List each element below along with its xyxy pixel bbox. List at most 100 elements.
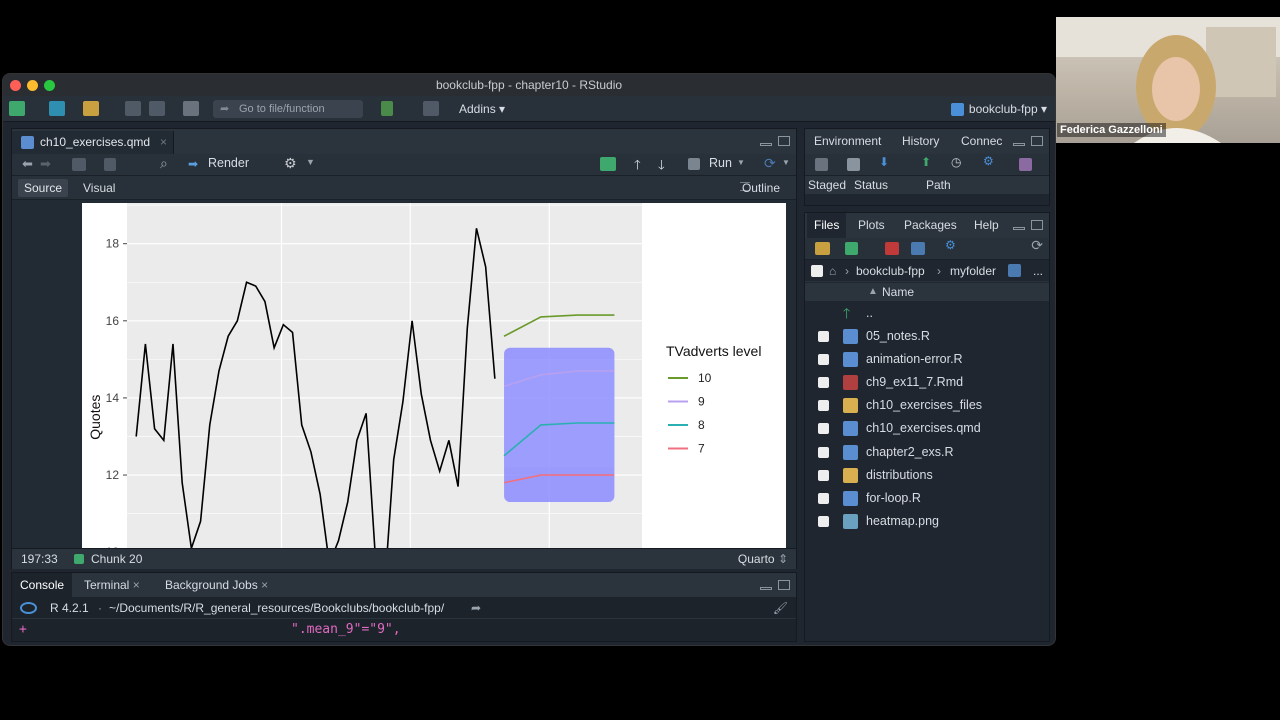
run-button[interactable]: Run <box>709 156 732 170</box>
close-window-button[interactable] <box>10 80 21 91</box>
refresh-icon[interactable]: ⟳ <box>1031 237 1043 254</box>
working-directory[interactable]: ~/Documents/R/R_general_resources/Bookcl… <box>109 597 444 619</box>
more-button[interactable]: ... <box>1033 260 1043 282</box>
tab-packages[interactable]: Packages <box>897 213 964 238</box>
close-tab-icon[interactable]: × <box>160 131 167 153</box>
breadcrumb-project[interactable]: bookclub-fpp <box>856 260 925 282</box>
tab-background-jobs[interactable]: Background Jobs × <box>157 573 276 597</box>
minimize-pane-icon[interactable] <box>1013 143 1025 146</box>
print-icon[interactable] <box>183 101 199 116</box>
file-row[interactable]: heatmap.png <box>805 510 1049 533</box>
column-path[interactable]: Path <box>926 176 951 194</box>
parent-directory-row[interactable]: 🡑 .. <box>805 302 1049 325</box>
close-tab-icon[interactable]: × <box>261 578 268 592</box>
file-name[interactable]: animation-error.R <box>866 348 963 371</box>
maximize-pane-icon[interactable] <box>1031 136 1043 146</box>
console-input-line[interactable]: + ".mean_9"="9", <box>12 619 796 641</box>
minimize-pane-icon[interactable] <box>760 143 772 146</box>
file-row[interactable]: distributions <box>805 464 1049 487</box>
insert-chunk-icon[interactable] <box>600 157 616 171</box>
tab-files[interactable]: Files <box>807 213 847 238</box>
file-checkbox[interactable] <box>818 492 829 504</box>
down-arrow-icon[interactable]: 🡓 <box>658 156 665 178</box>
new-blank-file-icon[interactable] <box>845 242 858 255</box>
breadcrumb-myfolder[interactable]: myfolder <box>950 260 996 282</box>
project-menu[interactable]: bookclub-fpp ▾ <box>950 100 1047 118</box>
open-file-icon[interactable] <box>83 101 99 116</box>
new-project-icon[interactable] <box>49 101 65 116</box>
file-row[interactable]: 05_notes.R <box>805 325 1049 348</box>
commit-icon[interactable] <box>847 158 860 171</box>
gear-icon[interactable]: ⚙ <box>284 155 297 172</box>
new-file-icon[interactable] <box>9 101 25 116</box>
pane-layout-icon[interactable] <box>423 101 439 116</box>
up-arrow-icon[interactable]: 🡑 <box>634 156 641 178</box>
file-row[interactable]: ch10_exercises_files <box>805 394 1049 417</box>
file-checkbox[interactable] <box>818 469 829 481</box>
file-name[interactable]: chapter2_exs.R <box>866 441 954 464</box>
push-icon[interactable]: ⬆ <box>921 155 931 169</box>
chunk-navigator[interactable]: Chunk 20 <box>91 549 142 569</box>
minimize-pane-icon[interactable] <box>1013 227 1025 230</box>
branch-icon[interactable] <box>1019 158 1032 171</box>
version-control-icon[interactable] <box>381 101 393 116</box>
maximize-pane-icon[interactable] <box>1031 220 1043 230</box>
file-checkbox[interactable] <box>818 446 829 458</box>
delete-icon[interactable] <box>885 242 899 255</box>
find-icon[interactable]: ⌕ <box>160 155 168 172</box>
tab-connections[interactable]: Connec <box>954 129 1009 154</box>
diff-icon[interactable] <box>815 158 828 171</box>
clock-icon[interactable]: ◷ <box>951 155 961 169</box>
render-button[interactable]: Render <box>208 156 249 170</box>
save-all-icon[interactable] <box>149 101 165 116</box>
minimize-pane-icon[interactable] <box>760 587 772 590</box>
home-icon[interactable]: ⌂ <box>829 260 836 282</box>
column-name[interactable]: Name <box>882 283 914 301</box>
maximize-pane-icon[interactable] <box>778 136 790 146</box>
file-name[interactable]: for-loop.R <box>866 487 921 510</box>
clear-console-icon[interactable]: 🖌 <box>773 597 788 619</box>
file-row[interactable]: ch10_exercises.qmd <box>805 417 1049 440</box>
save-icon[interactable] <box>125 101 141 116</box>
new-folder-icon[interactable] <box>815 242 830 255</box>
close-tab-icon[interactable]: × <box>133 578 140 592</box>
file-checkbox[interactable] <box>818 377 829 389</box>
file-row[interactable]: for-loop.R <box>805 487 1049 510</box>
tab-terminal[interactable]: Terminal × <box>76 573 148 597</box>
tab-history[interactable]: History <box>895 129 946 154</box>
go-to-file-input[interactable]: ➦ Go to file/function <box>213 100 363 118</box>
go-to-directory-icon[interactable]: ➦ <box>471 597 481 619</box>
file-checkbox[interactable] <box>818 331 829 342</box>
rename-icon[interactable] <box>911 242 925 255</box>
file-row[interactable]: ch9_ex11_7.Rmd <box>805 371 1049 394</box>
file-row[interactable]: chapter2_exs.R <box>805 441 1049 464</box>
file-row[interactable]: animation-error.R <box>805 348 1049 371</box>
source-mode-button[interactable]: Source <box>18 179 69 197</box>
column-status[interactable]: Status <box>854 176 888 194</box>
tab-plots[interactable]: Plots <box>851 213 892 238</box>
file-name[interactable]: distributions <box>866 464 933 487</box>
editor-tab[interactable]: ch10_exercises.qmd × <box>12 131 174 154</box>
show-in-window-icon[interactable] <box>72 158 86 171</box>
document-type-menu[interactable]: Quarto ⇕ <box>738 549 788 569</box>
select-all-checkbox[interactable] <box>811 265 823 277</box>
back-arrow-icon[interactable]: ⬅ <box>22 156 33 172</box>
file-checkbox[interactable] <box>818 423 829 435</box>
maximize-pane-icon[interactable] <box>778 580 790 590</box>
pull-icon[interactable]: ⬇ <box>879 155 889 169</box>
rerun-icon[interactable]: ⟳ <box>764 155 776 172</box>
minimize-window-button[interactable] <box>27 80 38 91</box>
visual-mode-button[interactable]: Visual <box>77 179 121 197</box>
file-name[interactable]: ch10_exercises.qmd <box>866 417 981 440</box>
tab-console[interactable]: Console <box>12 573 73 597</box>
outline-button[interactable]: Outline <box>736 179 786 197</box>
file-checkbox[interactable] <box>818 354 829 366</box>
gear-icon[interactable]: ⚙ <box>945 238 956 252</box>
column-staged[interactable]: Staged <box>808 176 846 194</box>
file-name[interactable]: heatmap.png <box>866 510 939 533</box>
file-name[interactable]: 05_notes.R <box>866 325 930 348</box>
tab-environment[interactable]: Environment <box>807 129 888 154</box>
tab-help[interactable]: Help <box>967 213 1006 238</box>
save-icon[interactable] <box>104 158 116 171</box>
file-checkbox[interactable] <box>818 400 829 412</box>
